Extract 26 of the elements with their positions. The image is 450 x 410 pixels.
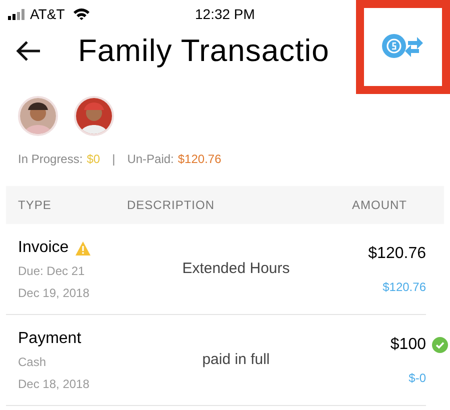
- transaction-type: Invoice: [18, 238, 69, 258]
- in-progress-amount: $0: [86, 151, 100, 168]
- back-arrow-icon[interactable]: [16, 40, 42, 62]
- transaction-date: Dec 19, 2018: [18, 285, 90, 302]
- column-header: AMOUNT: [352, 197, 407, 214]
- transaction-description: paid in full: [201, 350, 271, 370]
- unpaid-label: Un-Paid:: [127, 151, 174, 168]
- transaction-type: Payment: [18, 329, 82, 349]
- column-header: TYPE: [18, 197, 52, 214]
- signal-icon: [8, 8, 26, 20]
- balance-amount: $120.76: [382, 279, 426, 296]
- transaction-detail: Due: Dec 21: [18, 263, 86, 280]
- transaction-description: Extended Hours: [181, 258, 291, 279]
- in-progress-label: In Progress:: [18, 151, 83, 168]
- wifi-icon: [72, 8, 90, 20]
- carrier-name: AT&T: [30, 4, 65, 24]
- column-header: DESCRIPTION: [127, 197, 215, 214]
- transaction-amount: $100: [390, 335, 426, 355]
- transaction-date: Dec 18, 2018: [18, 376, 90, 393]
- balance-amount: $-0: [408, 370, 426, 387]
- transaction-detail: Cash: [18, 354, 48, 371]
- transaction-amount: $120.76: [368, 244, 426, 264]
- summary-separator: |: [112, 151, 116, 168]
- page-title: Family Transactio: [78, 32, 330, 70]
- clock-time: 12:32 PM: [195, 4, 255, 24]
- unpaid-amount: $120.76: [178, 151, 222, 168]
